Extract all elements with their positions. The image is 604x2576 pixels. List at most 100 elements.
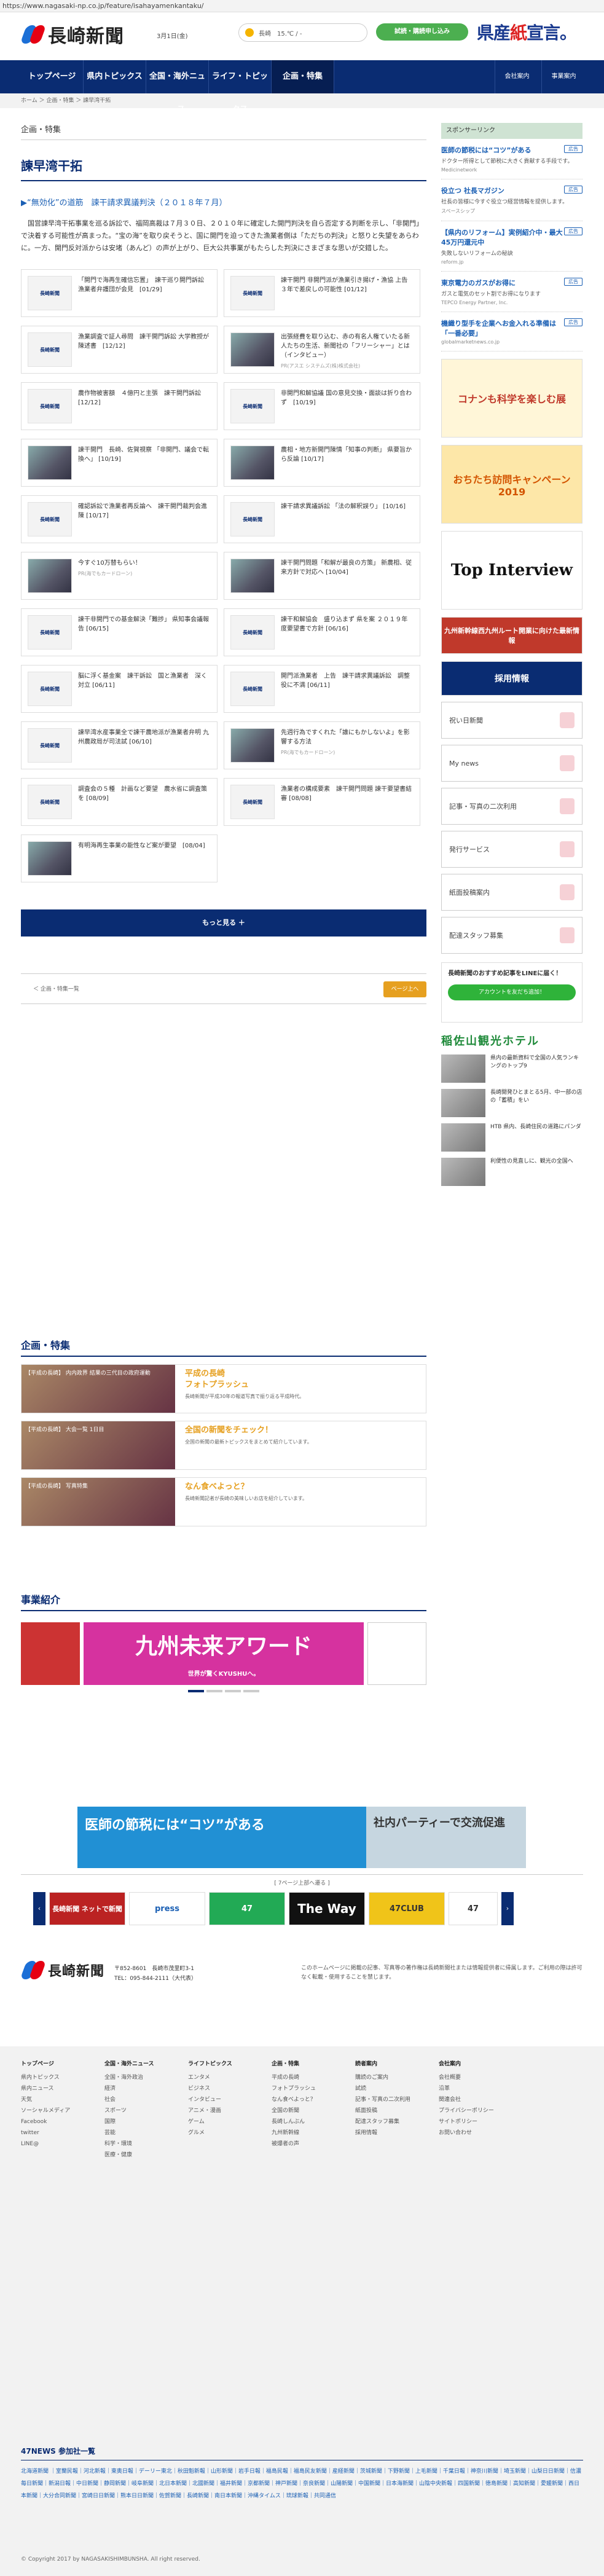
side-menu-celebration[interactable]: 祝い日新聞 (441, 702, 582, 739)
article-card[interactable]: 長崎新聞 漁業者の構成要素 諫干開門問題 諫干要望書結審 [08/08] (224, 778, 420, 826)
footer-link[interactable]: サイトポリシー (439, 2116, 506, 2127)
footer-column-title[interactable]: 全国・海外ニュース (104, 2059, 172, 2070)
partners-header[interactable]: [ 7ページ上部へ遷る ] (21, 1875, 583, 1892)
article-card[interactable]: 長崎新聞 開門派漁業者 上告 諫干請求異議訴訟 調整役に不満 [06/11] (224, 665, 420, 713)
article-title[interactable]: 諫早湾水産事業全で諫干農地派が漁業者弁明 九州農政局が司法試 [06/10] (78, 728, 211, 747)
carousel-dot[interactable] (188, 1690, 204, 1692)
footer-logo[interactable]: 長崎新聞 (20, 1960, 104, 1980)
carousel-main-slide[interactable]: 九州未来アワード 世界が驚くKYUSHUへ。 (84, 1622, 364, 1685)
article-title[interactable]: 出張経費を取り込む、赤の有名人権ていたる新人たちの生活、新聞社の「フリーシャー」… (281, 332, 414, 360)
footer-link[interactable]: 芸能 (104, 2127, 172, 2138)
article-title[interactable]: 「開門で海再生確信忘置」 諫干巡り開門訴訟 漁業者弁護団が会見 [01/29] (78, 276, 211, 294)
footer-link[interactable]: 購読のご案内 (355, 2072, 423, 2083)
ranking-item[interactable]: HTB 県内、長崎住民の道路にパンダ (441, 1123, 582, 1152)
bottom-ad-right[interactable]: 社内パーティーで交流促進 (366, 1807, 526, 1868)
article-card[interactable]: 長崎新聞 確認訴訟で漁業者再反論へ 諫干開門裁判会進陳 [10/17] (21, 495, 218, 543)
article-logo-thumb[interactable]: 長崎新聞 (230, 785, 275, 819)
footer-link[interactable]: 採用情報 (355, 2127, 423, 2138)
article-title[interactable]: 諫干開門 非開門派が漁業引き揚げ・漁協 上告３年で差戻しの可能性 [01/12] (281, 276, 414, 294)
article-logo-thumb[interactable]: 長崎新聞 (28, 672, 72, 706)
ranking-thumb[interactable] (441, 1054, 485, 1083)
article-logo-thumb[interactable]: 長崎新聞 (28, 332, 72, 367)
bottom-ad-left[interactable]: 医師の節税には“コツ”がある (77, 1807, 366, 1868)
side-menu-mynews[interactable]: My news (441, 745, 582, 782)
feature-photo[interactable]: 【平成の長崎】 内内政界 結果の三代目の政府運動 (22, 1365, 175, 1413)
article-title[interactable]: 諫干開門 長崎、佐賀視察 「非開門、議会で転換へ」 [10/19] (78, 446, 211, 464)
footer-link[interactable]: 記事・写真の二次利用 (355, 2094, 423, 2105)
article-title[interactable]: 諫干和解協会 盛り込まず 県を案 ２０１９年度要望書で方針 [06/16] (281, 615, 414, 634)
article-logo-thumb[interactable]: 長崎新聞 (28, 389, 72, 423)
ranking-item[interactable]: 県内の最新資料で全国の人気ランキングのトップ9 (441, 1054, 582, 1083)
article-card[interactable]: 長崎新聞 調査会の５種 計画など要望 農水省に調査策を [08/09] (21, 778, 218, 826)
footer-link[interactable]: 県内ニュース (21, 2083, 88, 2094)
article-title[interactable]: 確認訴訟で漁業者再反論へ 諫干開門裁判会進陳 [10/17] (78, 502, 211, 520)
sponsor-title[interactable]: 東京電力のガスがお得に (441, 278, 582, 288)
ranking-text[interactable]: 県内の最新資料で全国の人気ランキングのトップ9 (490, 1054, 582, 1083)
pager-prev-link[interactable]: ＜ 企画・特集一覧 (33, 986, 79, 992)
sponsor-item[interactable]: 広告 役立つ 社長マガジン 社長の皆様に今すぐ役立つ経営情報を提供します。 スペースシ… (441, 179, 582, 221)
side-ad-campaign[interactable]: おちたち訪問キャンペーン2019 (441, 445, 582, 524)
partner-logo[interactable]: 47CLUB (369, 1892, 445, 1925)
footer-link[interactable]: Facebook (21, 2116, 88, 2127)
footer-column-title[interactable]: 企画・特集 (272, 2059, 339, 2070)
sponsor-title[interactable]: 役立つ 社長マガジン (441, 186, 582, 195)
footer-link[interactable]: グルメ (188, 2127, 256, 2138)
article-title[interactable]: 諫干請求異議訴訟 「法の解釈誤り」 [10/16] (281, 502, 406, 511)
carousel-dot[interactable] (243, 1690, 259, 1692)
footer-link[interactable]: 天気 (21, 2094, 88, 2105)
article-card[interactable]: 長崎新聞 諫早湾水産事業全で諫干農地派が漁業者弁明 九州農政局が司法試 [06/1… (21, 721, 218, 769)
feature-row[interactable]: 【平成の長崎】 内内政界 結果の三代目の政府運動 平成の長崎 フォトプラッシュ 長崎… (21, 1364, 426, 1413)
article-title[interactable]: 脳に浮く基金案 諫干訴訟 国と漁業者 深く対立 [06/11] (78, 672, 211, 690)
footer-link[interactable]: 社会 (104, 2094, 172, 2105)
footer-link[interactable]: なん食べよっと？ (272, 2094, 339, 2105)
article-photo[interactable] (230, 559, 275, 593)
footer-link[interactable]: インタビュー (188, 2094, 256, 2105)
feature-row[interactable]: 【平成の長崎】 大会一覧 1日目 全国の新聞をチェック！ 全国の新聞の最新トピックス… (21, 1421, 426, 1470)
feature-title[interactable]: 全国の新聞をチェック！ (185, 1425, 422, 1436)
footer-link[interactable]: フォトプラッシュ (272, 2083, 339, 2094)
site-logo[interactable]: 長崎新聞 (20, 21, 124, 48)
article-title[interactable]: 開門派漁業者 上告 諫干請求異議訴訟 調整役に不満 [06/11] (281, 672, 414, 690)
footer-link[interactable]: お問い合わせ (439, 2127, 506, 2138)
footer-link[interactable]: 長崎しんぶん (272, 2116, 339, 2127)
footer-link[interactable]: 平成の長崎 (272, 2072, 339, 2083)
footer-link[interactable]: エンタメ (188, 2072, 256, 2083)
article-logo-thumb[interactable]: 長崎新聞 (230, 276, 275, 310)
article-card[interactable]: 長崎新聞 農作物被害額 ４億円と主張 諫干開門訴訟 [12/12] (21, 382, 218, 430)
footer-link[interactable]: 九州新幹線 (272, 2127, 339, 2138)
article-title[interactable]: 諫干非開門での基金解決「難捗」 県知事会議報告 [06/15] (78, 615, 211, 634)
article-card[interactable]: 諫干開門 長崎、佐賀視察 「非開門、議会で転換へ」 [10/19] (21, 439, 218, 487)
footer-link[interactable]: 会社概要 (439, 2072, 506, 2083)
footer-link[interactable]: ソーシャルメディア (21, 2105, 88, 2116)
bottom-ad-banner[interactable]: 医師の節税には“コツ”がある 社内パーティーで交流促進 (77, 1807, 526, 1868)
article-title[interactable]: 漁業者の構成要素 諫干開門問題 諫干要望書結審 [08/08] (281, 785, 414, 803)
nav-company[interactable]: 会社案内 (495, 60, 539, 93)
footer-column-title[interactable]: ライフトピックス (188, 2059, 256, 2070)
footer-link[interactable]: 紙面投稿 (355, 2105, 423, 2116)
footer-column-title[interactable]: トップページ (21, 2059, 88, 2070)
page-top-button[interactable]: ページ上へ (383, 981, 426, 997)
weather-widget[interactable]: 長崎 15.℃ / - (238, 23, 367, 42)
article-title[interactable]: 先週行為ですくれた「誰にもかしないよ」を影響する方法 (281, 728, 414, 747)
article-card[interactable]: 長崎新聞 漁業調査で証人尋問 諫干開門訴訟 大学教授が陳述書 [12/12] (21, 326, 218, 374)
article-card[interactable]: 長崎新聞 脳に浮く基金案 諫干訴訟 国と漁業者 深く対立 [06/11] (21, 665, 218, 713)
ranking-text[interactable]: 利便性の見直しに、観光の全国へ (490, 1158, 573, 1186)
sponsor-title[interactable]: 医師の節税には“コツ”がある (441, 145, 582, 155)
footer-link[interactable]: ゲーム (188, 2116, 256, 2127)
nav-top[interactable]: トップページ (21, 60, 84, 93)
side-menu-publishing[interactable]: 発行サービス (441, 831, 582, 868)
article-logo-thumb[interactable]: 長崎新聞 (230, 615, 275, 650)
sponsor-item[interactable]: 広告 機織り型手を企業へお金入れる準備は「一番必要」 globalmarketnew… (441, 312, 582, 351)
footer-link[interactable]: 県内トピックス (21, 2072, 88, 2083)
partner-logo[interactable]: press (129, 1892, 205, 1925)
more-button[interactable]: もっと見る ＋ (21, 909, 426, 937)
breadcrumb[interactable]: ホーム ＞ 企画・特集 ＞ 諫早湾干拓 (0, 93, 604, 108)
feature-photo[interactable]: 【平成の長崎】 写真特集 (22, 1478, 175, 1526)
article-photo[interactable] (28, 446, 72, 480)
side-menu-reuse[interactable]: 記事・写真の二次利用 (441, 788, 582, 825)
hotel-banner[interactable]: 稲佐山観光ホテル (441, 1032, 582, 1048)
article-card[interactable]: 長崎新聞 諫干非開門での基金解決「難捗」 県知事会議報告 [06/15] (21, 608, 218, 656)
footer-link[interactable]: 関連会社 (439, 2094, 506, 2105)
article-title[interactable]: 諫干開門問題「和解が最良の方策」 新農相、従来方針で対応へ [10/04] (281, 559, 414, 577)
footer-link[interactable]: 医療・健康 (104, 2150, 172, 2161)
